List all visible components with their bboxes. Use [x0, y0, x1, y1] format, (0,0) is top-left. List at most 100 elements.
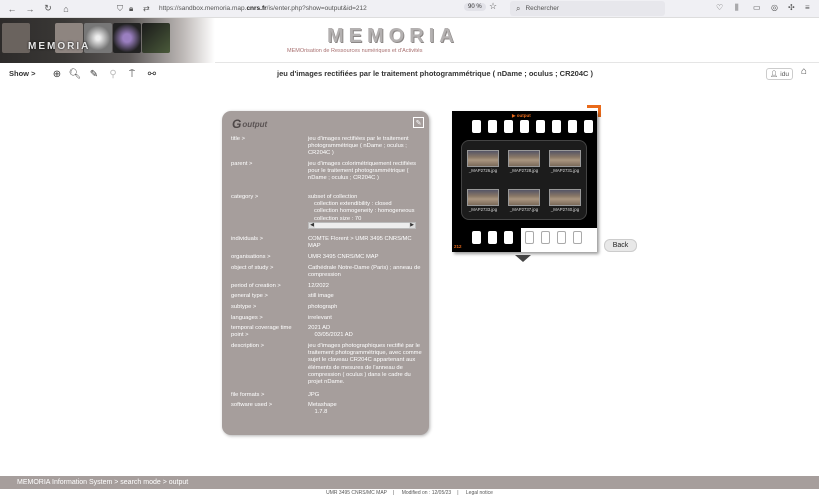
field-value[interactable]: COMTE Florent > UMR 3495 CNRS/MC MAP — [308, 236, 423, 250]
back-button[interactable]: Back — [604, 239, 637, 252]
thumbnail[interactable]: _MAP2731.jpg — [547, 147, 583, 175]
thumbnail-caption[interactable]: _MAP2740.jpg — [547, 207, 583, 212]
film-progress-area — [521, 228, 597, 252]
thumbnail-image[interactable] — [467, 150, 499, 167]
edit-icon[interactable]: ✎ — [413, 117, 424, 128]
field-value: 2021 AD 03/05/2021 AD — [308, 325, 353, 339]
lock-icon[interactable]: 🔒︎ — [129, 4, 133, 14]
field-value[interactable]: irrelevant — [308, 315, 423, 322]
page-title: jeu d'images rectifiées par le traitemen… — [276, 69, 594, 78]
user-icon: 👤︎ — [770, 71, 779, 78]
site-logo-title[interactable]: MEMORIA — [327, 25, 459, 48]
sidebar-icon[interactable]: ▭ — [753, 3, 761, 12]
film-perforation — [504, 231, 513, 244]
output-card: G output ✎ title > jeu d'images rectifié… — [222, 111, 429, 435]
bookmark-star-icon[interactable]: ☆ — [489, 1, 497, 12]
extensions-icon[interactable]: ✣ — [788, 3, 795, 12]
graph-icon[interactable]: ⚯ — [145, 67, 159, 81]
field-value: 12/2022 — [308, 283, 329, 289]
antenna-icon[interactable]: ⍑ — [125, 67, 139, 81]
field-value[interactable]: jeu d'images rectifiées par le traitemen… — [308, 136, 423, 158]
card-heading-text: output — [242, 119, 268, 129]
field-label: parent > — [231, 161, 253, 167]
card-heading: G output — [232, 117, 267, 131]
add-icon[interactable]: ⊕ — [50, 67, 64, 81]
field-label: organisations > — [231, 254, 271, 260]
field-value[interactable]: Cathédrale Notre-Dame (Paris) ; anneau d… — [308, 265, 423, 279]
film-perforation — [488, 231, 497, 244]
footer-info: UMR 3495 CNRS/MC MAP | Modified on : 12/0… — [326, 490, 493, 496]
film-perforation — [536, 120, 545, 133]
thumbnail-caption[interactable]: _MAP2731.jpg — [547, 168, 583, 173]
expand-arrow-icon[interactable] — [515, 255, 531, 262]
scroll-right-icon[interactable]: ▶ — [409, 222, 415, 228]
scroll-left-icon[interactable]: ◀ — [309, 222, 315, 228]
site-home-icon[interactable]: ⌂ — [801, 66, 807, 77]
field-label: title > — [231, 136, 246, 142]
field-label: temporal coverage time point > — [231, 325, 292, 339]
back-arrow-icon[interactable]: ← — [6, 3, 18, 15]
address-bar[interactable]: ⛉ 🔒︎ ⇄ https://sandbox.memoria.map.cnrs.… — [117, 2, 502, 16]
account-icon[interactable]: ◎ — [771, 3, 778, 12]
user-button[interactable]: 👤︎ idu — [766, 68, 793, 80]
banner-image: MEMORIA — [0, 18, 215, 63]
thumbnail[interactable]: _MAP2740.jpg — [547, 186, 583, 214]
field-label: software used > — [231, 402, 273, 408]
thumbnail[interactable]: _MAP2728.jpg — [506, 147, 542, 175]
footer-lab[interactable]: UMR 3495 CNRS/MC MAP — [326, 490, 387, 496]
thumbnail-image[interactable] — [549, 150, 581, 167]
field-label: subtype > — [231, 304, 257, 310]
thumbnail-image[interactable] — [508, 189, 540, 206]
thumbnail[interactable]: _MAP2726.jpg — [465, 147, 501, 175]
url-text[interactable]: https://sandbox.memoria.map.cnrs.fr/is/e… — [159, 5, 367, 12]
pocket-icon[interactable]: ♡ — [716, 3, 723, 12]
browser-search-input[interactable]: ⌕ Rechercher — [510, 1, 665, 16]
film-perforation — [520, 120, 529, 133]
banner-thumb — [113, 23, 141, 53]
search-icon[interactable]: 🔍︎ — [68, 67, 82, 81]
output-logo-icon: G — [232, 117, 242, 131]
reload-icon[interactable]: ↻ — [42, 3, 54, 15]
shield-icon[interactable]: ⛉ — [117, 4, 123, 14]
thumbnail-caption[interactable]: _MAP2737.jpg — [506, 207, 542, 212]
thumbnail-image[interactable] — [549, 189, 581, 206]
field-value[interactable]: UMR 3495 CNRS/MC MAP — [308, 254, 423, 261]
horizontal-scrollbar[interactable]: ◀ ▶ — [308, 222, 416, 229]
thumbnail-caption[interactable]: _MAP2733.jpg — [465, 207, 501, 212]
search-placeholder: Rechercher — [525, 5, 560, 12]
footer-modified: Modified on : 12/05/23 — [401, 490, 452, 496]
footer-breadcrumb: MEMORIA Information System > search mode… — [0, 476, 819, 489]
footer-legal-link[interactable]: Legal notice — [466, 490, 493, 496]
field-value[interactable]: still image — [308, 293, 423, 300]
home-icon[interactable]: ⌂ — [60, 3, 72, 15]
user-walk-icon: ⚲ — [109, 68, 117, 80]
film-label: ▶ output — [512, 113, 531, 118]
thumbnail-grid: _MAP2726.jpg _MAP2728.jpg _MAP2731.jpg _… — [461, 140, 587, 220]
thumbnail-image[interactable] — [508, 150, 540, 167]
field-value[interactable]: Metashape 1.7.8 — [308, 402, 423, 416]
show-menu-button[interactable]: Show > — [9, 69, 35, 78]
field-value[interactable]: jeu d'images colorimétriquement rectifié… — [308, 161, 423, 183]
film-perforation — [584, 120, 593, 133]
edit-pencil-icon[interactable]: ✎ — [87, 67, 101, 81]
zoom-level[interactable]: 90 % — [464, 3, 486, 11]
site-header: MEMORIA MEMORIA MEMOrisation de Ressourc… — [0, 18, 819, 63]
thumbnail-caption[interactable]: _MAP2726.jpg — [465, 168, 501, 173]
film-perforation — [488, 120, 497, 133]
film-perforation-empty — [573, 231, 582, 244]
permissions-icon[interactable]: ⇄ — [143, 4, 150, 13]
film-perforation-empty — [525, 231, 534, 244]
field-value[interactable]: JPG — [308, 392, 423, 399]
thumbnail[interactable]: _MAP2733.jpg — [465, 186, 501, 214]
field-value[interactable]: photograph — [308, 304, 423, 311]
filmstrip-viewer[interactable]: ▶ output _MAP2726.jpg _MAP2728.jpg _MAP2… — [452, 111, 597, 252]
thumbnail-caption[interactable]: _MAP2728.jpg — [506, 168, 542, 173]
thumbnail-image[interactable] — [467, 189, 499, 206]
thumbnail[interactable]: _MAP2737.jpg — [506, 186, 542, 214]
film-perforation — [472, 120, 481, 133]
category-line: subset of collection — [308, 194, 358, 200]
menu-icon[interactable]: ≡ — [805, 3, 810, 12]
library-icon[interactable]: ⫼ — [735, 3, 739, 13]
forward-arrow-icon[interactable]: → — [24, 3, 36, 15]
field-label: file formats > — [231, 392, 265, 398]
